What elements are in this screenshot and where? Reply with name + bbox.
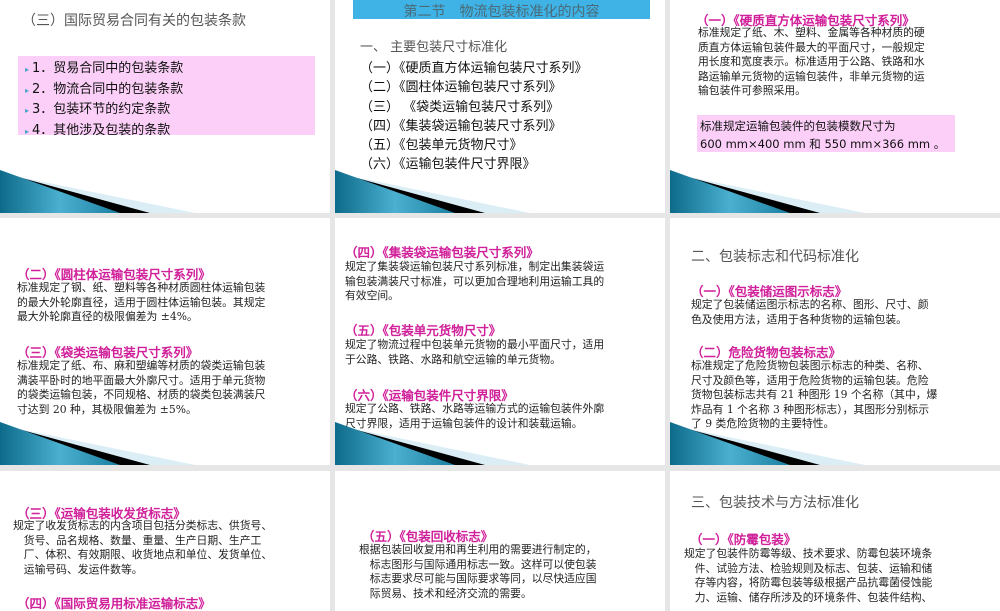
slide-1[interactable]: （三）国际贸易合同有关的包装条款 ▸ 1．贸易合同中的包装条款 ▸ 2．物流合同中的… [0, 0, 330, 213]
swoosh-decoration-icon [0, 422, 195, 465]
section-title: 三、包装技术与方法标准化 [691, 495, 859, 511]
swoosh-decoration-icon [0, 170, 195, 213]
list-item: （五）《包装单元货物尺寸》 [360, 138, 523, 154]
section-heading: （四）《国际贸易用标准运输标志》 [17, 596, 211, 611]
slide-3[interactable]: （一）《硬质直方体运输包装尺寸系列》 标准规定了纸、木、塑料、金属等各种材质的硬… [670, 0, 1000, 213]
list-item: （三） 《袋类运输包装尺寸系列》 [360, 99, 560, 115]
swoosh-decoration-icon [335, 422, 530, 465]
list-item: ▸ 3．包装环节的约定条款 [25, 102, 171, 117]
section-title: 一、 主要包装尺寸标准化 [360, 40, 508, 55]
highlight-text: 标准规定运输包装件的包装模数尺寸为 600 mm×400 mm 和 550 mm… [700, 119, 946, 151]
slide-5[interactable]: （四）《集装袋运输包装尺寸系列》 规定了集装袋运输包装尺寸系列标准，制定出集装袋… [335, 218, 665, 465]
bullet-icon: ▸ [25, 85, 30, 95]
slide-8[interactable]: （五）《包装回收标志》 根据包装回收复用和再生利用的需要进行制定的， 标志图形与… [335, 471, 665, 611]
section-body: 规定了包装件防霉等级、技术要求、防霉包装环境条 件、试验方法、检验规则及标志、包… [684, 547, 933, 604]
section-body: 规定了包装储运图示标志的名称、图形、尺寸、颜 色及使用方法，适用于各种货物的运输… [691, 298, 929, 326]
section-title: 二、包装标志和代码标准化 [691, 249, 859, 265]
bullet-icon: ▸ [25, 65, 30, 74]
list-item: （二）《圆柱体运输包装尺寸系列》 [360, 80, 562, 96]
section-body: 标准规定了纸、布、麻和塑编等材质的袋类运输包装 满装平卧时的地平面最大外廓尺寸。… [17, 359, 266, 416]
bullet-icon: ▸ [25, 126, 30, 136]
slide-4[interactable]: （二）《圆柱体运输包装尺寸系列》 标准规定了钢、纸、塑料等各种材质圆柱体运输包装… [0, 218, 330, 465]
slide-title: （三）国际贸易合同有关的包装条款 [22, 13, 246, 29]
slide-6[interactable]: 二、包装标志和代码标准化 （一）《包装储运图示标志》 规定了包装储运图示标志的名… [670, 218, 1000, 465]
clause-list: ▸ 1．贸易合同中的包装条款 ▸ 2．物流合同中的包装条款 ▸ 3．包装环节的约定条款… [25, 59, 183, 141]
section-heading: （五）《包装单元货物尺寸》 [345, 323, 502, 338]
standards-list: （一）《硬质直方体运输包装尺寸系列》 （二）《圆柱体运输包装尺寸系列》 （三） … [360, 59, 588, 175]
slide-7[interactable]: （三）《运输包装收发货标志》 规定了收发货标志的内含项目包括分类标志、供货号、 … [0, 471, 330, 611]
list-item: ▸ 2．物流合同中的包装条款 [25, 81, 184, 97]
swoosh-decoration-icon [670, 170, 865, 213]
section-body: 规定了集装袋运输包装尺寸系列标准，制定出集装袋运 输包装满装尺寸标准，可以更加合… [345, 260, 605, 303]
list-item: ▸ 1．贸易合同中的包装条款 [25, 61, 184, 76]
slide-9[interactable]: 三、包装技术与方法标准化 （一）《防霉包装》 规定了包装件防霉等级、技术要求、防… [670, 471, 1000, 611]
list-item: ▸ 4．其他涉及包装的条款 [25, 122, 171, 138]
slide-2[interactable]: 第二节 物流包装标准化的内容 一、 主要包装尺寸标准化 （一）《硬质直方体运输包… [335, 0, 665, 213]
section-body: 标准规定了钢、纸、塑料等各种材质圆柱体运输包装 的最大外轮廓直径，适用于圆柱体运… [17, 281, 266, 324]
swoosh-decoration-icon [335, 170, 530, 213]
section-body: 根据包装回收复用和再生利用的需要进行制定的， 标志图形与国际通用标志一致。这样可… [359, 543, 597, 600]
section-heading: （一）《防霉包装》 [690, 532, 797, 547]
bullet-icon: ▸ [25, 106, 30, 115]
section-body: 规定了收发货标志的内含项目包括分类标志、供货号、 货号、品名规格、数量、重量、生… [13, 519, 273, 576]
section-header: 第二节 物流包装标准化的内容 [403, 4, 600, 20]
section-heading: （四）《集装袋运输包装尺寸系列》 [345, 245, 539, 260]
list-item: （一）《硬质直方体运输包装尺寸系列》 [360, 61, 588, 76]
swoosh-decoration-icon [670, 422, 865, 465]
section-body: 规定了物流过程中包装单元货物的最小平面尺寸，适用 于公路、铁路、水路和航空运输的… [345, 338, 605, 366]
list-item: （四）《集装袋运输包装尺寸系列》 [360, 118, 562, 134]
section-body: 标准规定了纸、木、塑料、金属等各种材质的硬 质直方体运输包装件最大的平面尺寸，一… [698, 26, 925, 98]
